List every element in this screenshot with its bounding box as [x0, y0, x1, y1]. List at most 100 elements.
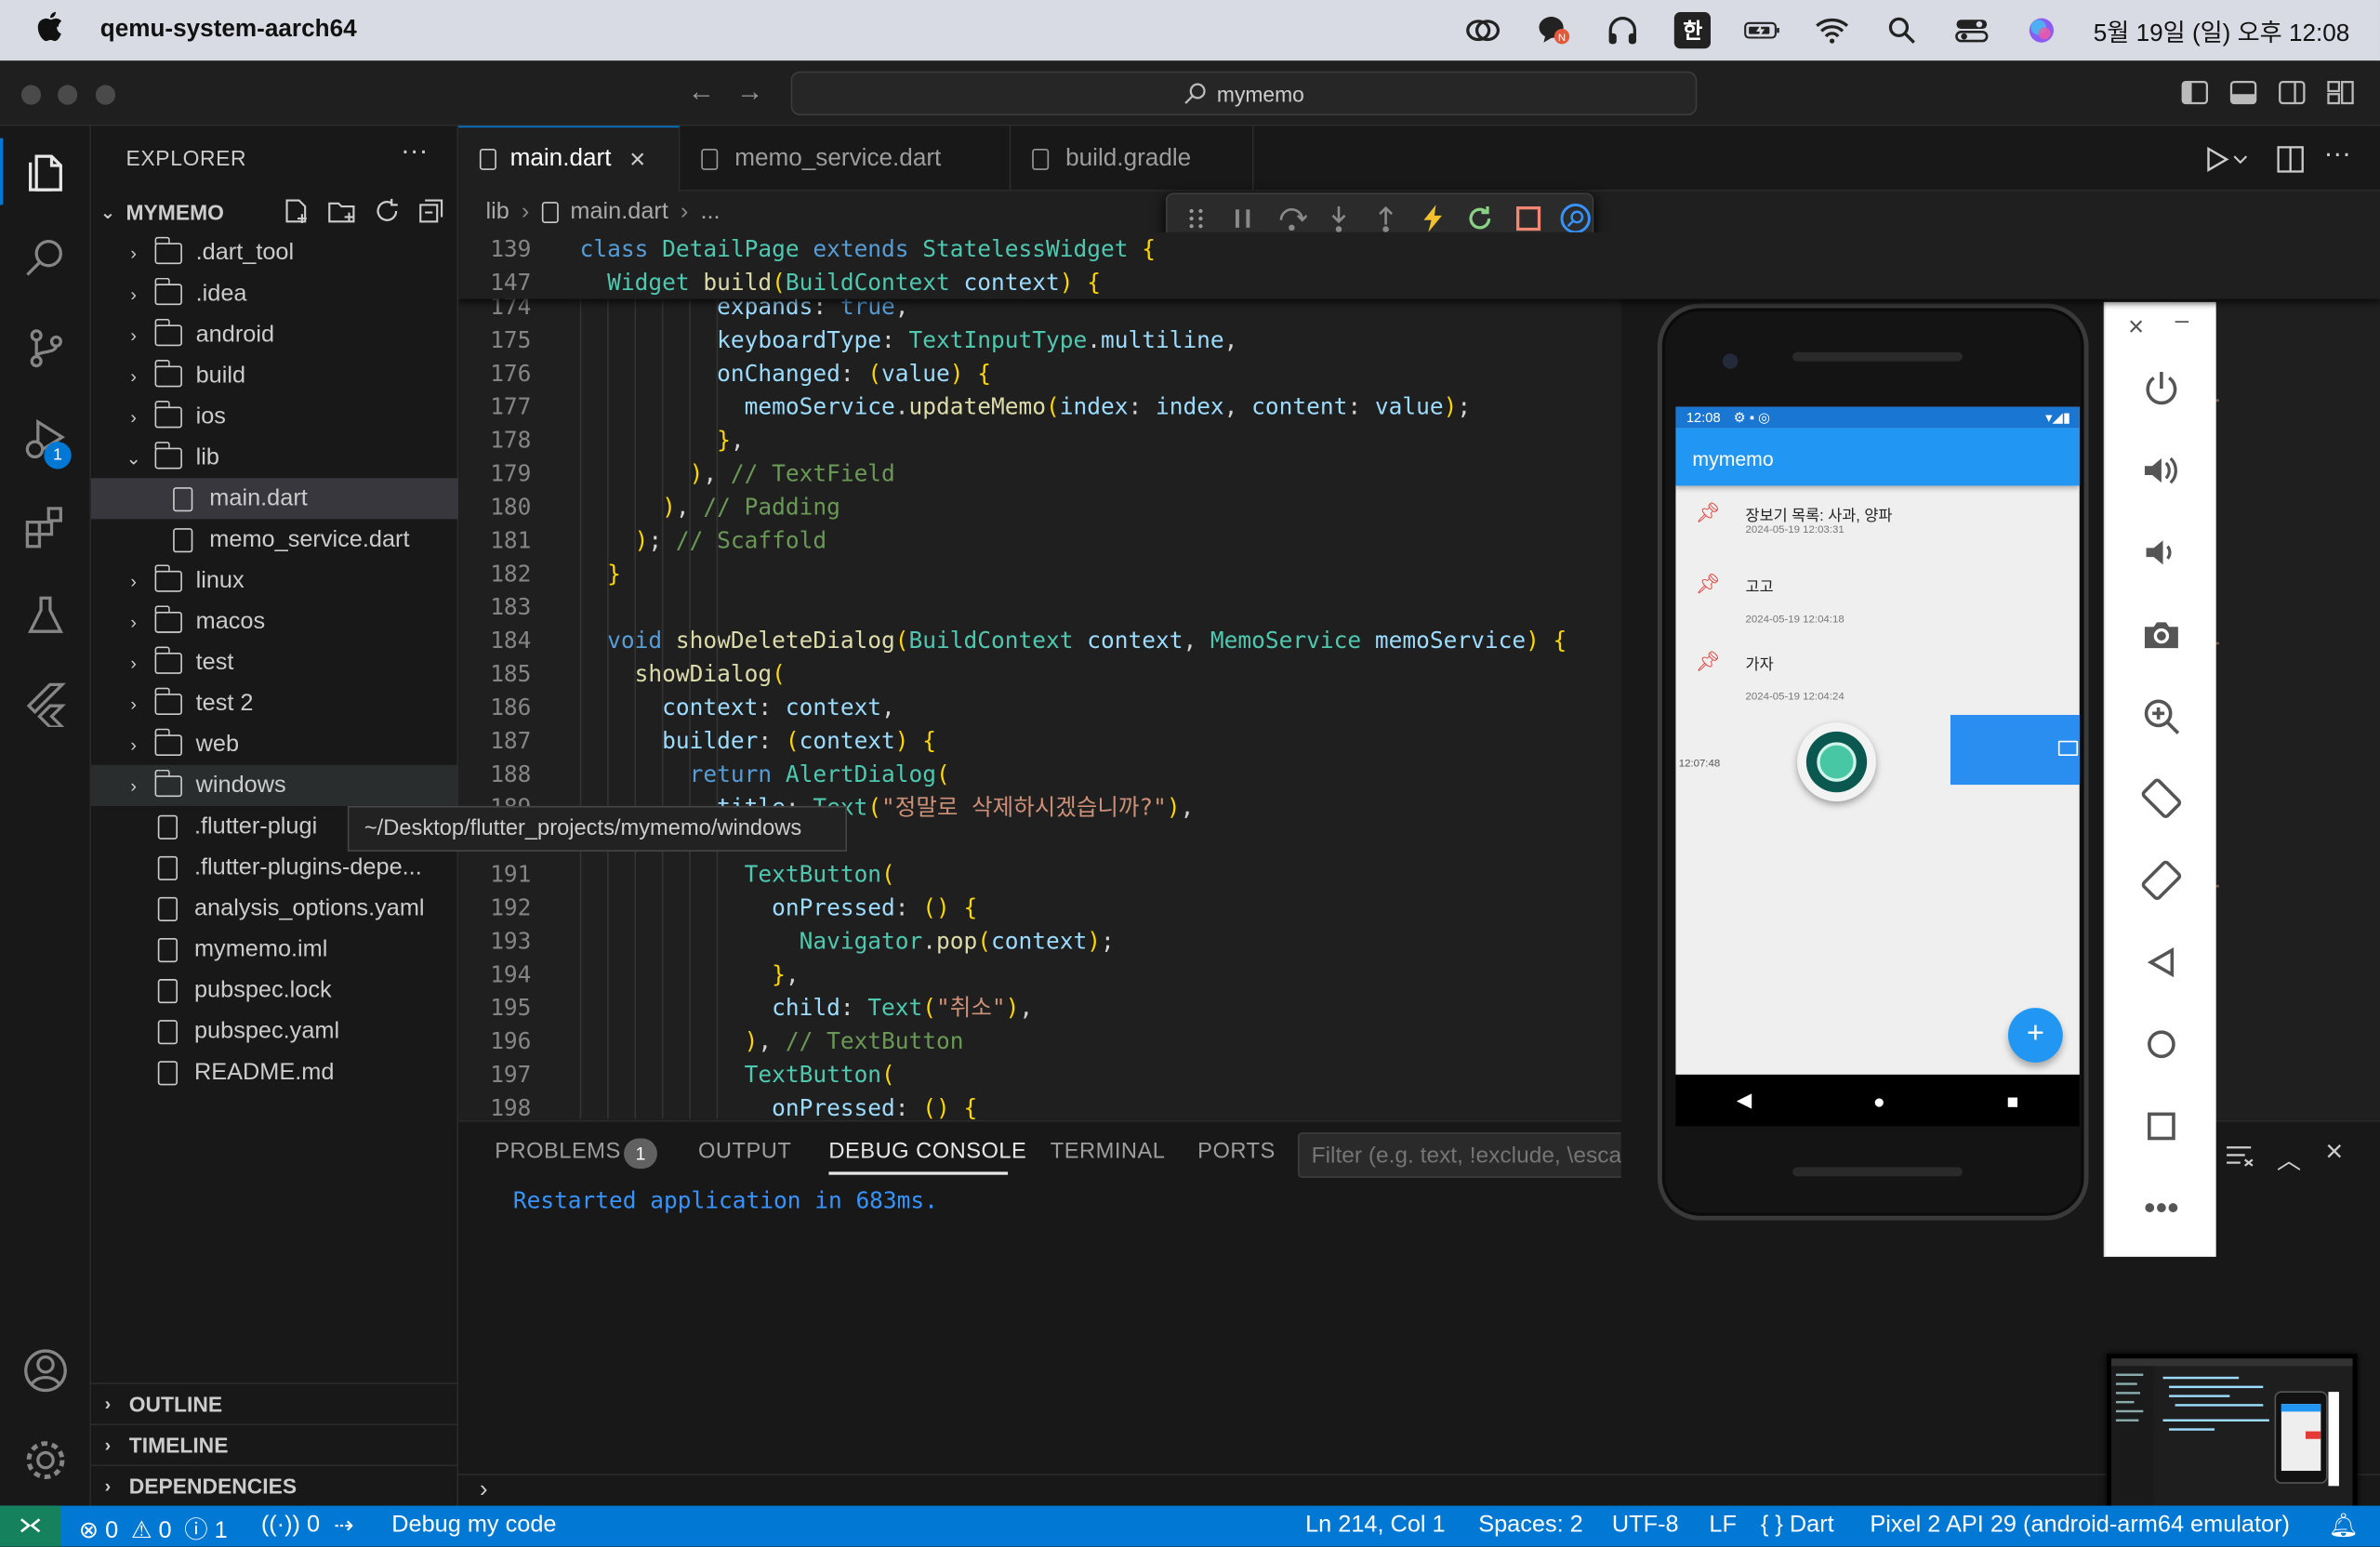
wifi-icon[interactable]	[1814, 12, 1850, 48]
rotate-right-icon[interactable]	[2138, 857, 2184, 903]
spotlight-search-icon[interactable]	[1884, 12, 1920, 48]
code-line[interactable]: }	[580, 557, 621, 590]
pin-icon[interactable]: 📌︎	[1696, 501, 1721, 525]
explorer-item-pubspec-yaml[interactable]: pubspec.yaml	[91, 1011, 458, 1051]
code-line[interactable]: onChanged: (value) {	[580, 357, 991, 390]
rotate-left-icon[interactable]	[2138, 775, 2184, 821]
volume-down-icon[interactable]	[2138, 530, 2184, 575]
new-folder-icon[interactable]	[326, 197, 360, 229]
explorer-item-test[interactable]: › test	[91, 642, 458, 683]
explorer-item-android[interactable]: › android	[91, 314, 458, 355]
flutter-icon[interactable]	[15, 674, 75, 734]
devtools-icon[interactable]	[1558, 200, 1592, 236]
code-line[interactable]: memoService.updateMemo(index: index, con…	[580, 390, 1471, 424]
volume-up-icon[interactable]	[2138, 448, 2184, 494]
language-mode[interactable]: { } Dart	[1761, 1512, 1834, 1539]
line-ending[interactable]: LF	[1709, 1512, 1737, 1539]
explorer-item-dart-tool[interactable]: › .dart_tool	[91, 232, 458, 273]
apple-icon[interactable]	[36, 10, 67, 49]
project-root[interactable]: ⌄ MYMEMO	[91, 192, 458, 232]
run-debug-icon[interactable]: 1	[15, 408, 75, 469]
zoom-window-button[interactable]	[95, 85, 116, 105]
control-center-icon[interactable]	[1954, 12, 1990, 48]
hot-reload-icon[interactable]	[1416, 200, 1449, 236]
code-line[interactable]: TextButton(	[580, 857, 895, 891]
code-line[interactable]: builder: (context) {	[580, 724, 936, 758]
step-out-icon[interactable]	[1368, 200, 1402, 236]
indentation[interactable]: Spaces: 2	[1478, 1512, 1583, 1539]
zoom-icon[interactable]	[2138, 694, 2184, 739]
drag-handle-icon[interactable]	[1180, 200, 1213, 236]
code-line[interactable]: keyboardType: TextInputType.multiline,	[580, 324, 1237, 357]
code-line[interactable]: ), // TextButton	[580, 1025, 964, 1058]
minimize-window-button[interactable]	[58, 85, 78, 105]
code-line[interactable]: void showDeleteDialog(BuildContext conte…	[580, 624, 1567, 657]
explorer-item-macos[interactable]: › macos	[91, 602, 458, 642]
flutter-device[interactable]: Pixel 2 API 29 (android-arm64 emulator)	[1870, 1512, 2290, 1539]
console-prompt-chevron-icon[interactable]: ›	[480, 1477, 488, 1504]
nav-home-icon[interactable]: ●	[1873, 1089, 1885, 1111]
headphones-icon[interactable]	[1605, 12, 1641, 48]
pin-icon[interactable]: 📌︎	[1696, 573, 1721, 597]
menubar-datetime[interactable]: 5월 19일 (일) 오후 12:08	[2094, 12, 2350, 48]
new-file-icon[interactable]	[283, 197, 313, 229]
close-emulator-icon[interactable]: ×	[2128, 311, 2144, 343]
code-line[interactable]: child: Text("취소"),	[580, 991, 1033, 1025]
extensions-icon[interactable]	[15, 496, 75, 557]
split-editor-icon[interactable]	[2277, 146, 2304, 181]
more-options-icon[interactable]: •••	[2138, 1185, 2184, 1231]
step-into-icon[interactable]	[1321, 200, 1355, 236]
close-tab-icon[interactable]: ×	[629, 143, 645, 175]
timeline-section[interactable]: › TIMELINE	[90, 1423, 459, 1464]
editor-more-icon[interactable]: ···	[2324, 139, 2351, 170]
code-line[interactable]: onPressed: () {	[580, 891, 977, 924]
sticky-code-line[interactable]: class DetailPage extends StatelessWidget…	[580, 232, 1156, 266]
power-icon[interactable]	[2138, 365, 2184, 411]
explorer-item-memo-service-dart[interactable]: memo_service.dart	[91, 519, 458, 560]
gear-icon[interactable]	[15, 1430, 75, 1490]
close-panel-icon[interactable]: ×	[2325, 1135, 2343, 1170]
home-icon[interactable]	[2138, 1022, 2184, 1067]
app-name[interactable]: qemu-system-aarch64	[100, 17, 357, 44]
explorer-item-mymemo-iml[interactable]: mymemo.iml	[91, 929, 458, 970]
cursor-position[interactable]: Ln 214, Col 1	[1305, 1512, 1446, 1539]
tab-problems[interactable]: PROBLEMS	[495, 1140, 620, 1164]
search-icon[interactable]	[15, 228, 75, 288]
code-line[interactable]: showDialog(	[580, 657, 786, 691]
stop-icon[interactable]	[1511, 200, 1544, 236]
explorer-icon[interactable]	[15, 139, 75, 200]
window-thumbnail[interactable]	[2107, 1354, 2358, 1518]
step-over-icon[interactable]	[1275, 200, 1308, 236]
ports-status[interactable]: ((·)) 0	[261, 1512, 320, 1539]
run-play-icon[interactable]	[2204, 146, 2250, 181]
tab-debug-console[interactable]: DEBUG CONSOLE	[828, 1140, 1026, 1164]
explorer-item-flutter-plugins-depe[interactable]: .flutter-plugins-depe...	[91, 847, 458, 888]
tab-build-gradle[interactable]: build.gradle	[1011, 126, 1254, 192]
clear-console-icon[interactable]	[2224, 1143, 2254, 1174]
code-line[interactable]: ); // Scaffold	[580, 523, 826, 557]
more-actions-icon[interactable]: ···	[401, 135, 428, 166]
explorer-item-build[interactable]: › build	[91, 355, 458, 396]
explorer-item-linux[interactable]: › linux	[91, 560, 458, 601]
camera-icon[interactable]	[2138, 612, 2184, 657]
battery-icon[interactable]	[1744, 12, 1780, 48]
overview-icon[interactable]	[2138, 1104, 2184, 1149]
toggle-panel-icon[interactable]	[2229, 81, 2257, 112]
siri-icon[interactable]	[2024, 12, 2060, 48]
outline-section[interactable]: › OUTLINE	[90, 1382, 459, 1423]
explorer-item-main-dart[interactable]: main.dart	[90, 478, 459, 520]
nav-back-icon[interactable]: ◀	[1737, 1089, 1752, 1113]
phone-screen[interactable]: 12:08 ⚙ ▪ ◎ ▾◢▮ mymemo 📌︎ 장보기 목록: 사과, 양파 2…	[1675, 406, 2080, 1075]
source-control-icon[interactable]	[15, 317, 75, 377]
tab-ports[interactable]: PORTS	[1197, 1140, 1276, 1164]
back-arrow-icon[interactable]: ←	[688, 76, 715, 108]
tab-main-dart[interactable]: main.dart ×	[458, 126, 681, 192]
toggle-sidebar-icon[interactable]	[2181, 81, 2209, 112]
pause-icon[interactable]	[1227, 200, 1261, 236]
explorer-item-web[interactable]: › web	[91, 724, 458, 765]
code-line[interactable]: ), // Padding	[580, 490, 840, 523]
problems-status[interactable]: ⊗ 0 ⚠ 0 ⓘ 1	[79, 1512, 228, 1545]
notifications-bell-icon[interactable]: 🔔︎	[2328, 1512, 2358, 1540]
forward-arrow-icon[interactable]: →	[736, 76, 763, 108]
minimize-emulator-icon[interactable]: –	[2175, 308, 2189, 335]
